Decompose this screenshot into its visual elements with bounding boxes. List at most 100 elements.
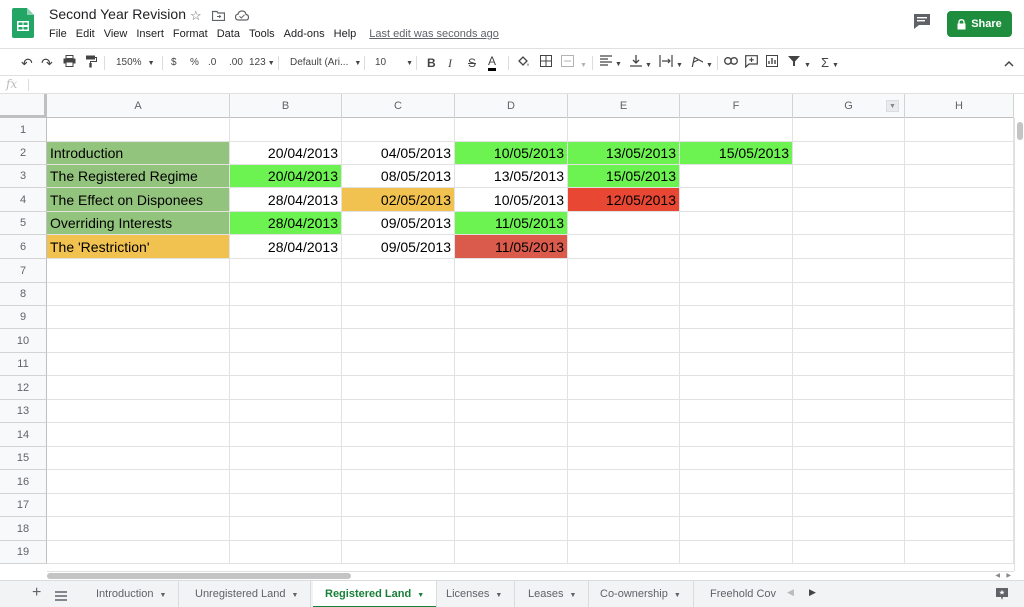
date-cell[interactable]: 28/04/2013 xyxy=(230,188,342,212)
empty-cell[interactable] xyxy=(793,259,905,283)
empty-cell[interactable] xyxy=(455,470,568,494)
empty-cell[interactable] xyxy=(342,541,455,564)
column-header-c[interactable]: C xyxy=(342,94,455,118)
empty-cell[interactable] xyxy=(342,283,455,306)
empty-cell[interactable] xyxy=(47,306,230,329)
empty-cell[interactable] xyxy=(47,541,230,564)
print-icon[interactable] xyxy=(63,55,76,71)
empty-cell[interactable] xyxy=(455,541,568,564)
empty-cell[interactable] xyxy=(568,306,680,329)
empty-cell[interactable] xyxy=(455,400,568,423)
currency-format-button[interactable]: $ xyxy=(171,55,177,71)
date-cell[interactable]: 11/05/2013 xyxy=(455,235,568,259)
row-header-8[interactable]: 8 xyxy=(0,283,47,306)
sheets-logo-icon[interactable] xyxy=(12,8,34,38)
empty-cell[interactable] xyxy=(568,353,680,376)
empty-cell[interactable] xyxy=(47,353,230,376)
decrease-decimal-button[interactable]: .0 xyxy=(208,55,216,71)
empty-cell[interactable] xyxy=(568,235,680,259)
empty-cell[interactable] xyxy=(230,517,342,541)
strikethrough-button[interactable]: S xyxy=(468,55,476,71)
empty-cell[interactable] xyxy=(230,423,342,447)
row-header-17[interactable]: 17 xyxy=(0,494,47,517)
add-sheet-icon[interactable]: + xyxy=(32,584,41,602)
empty-cell[interactable] xyxy=(230,447,342,470)
column-header-h[interactable]: H xyxy=(905,94,1014,118)
row-header-12[interactable]: 12 xyxy=(0,376,47,400)
merge-cells-icon[interactable]: ▼ xyxy=(561,55,587,71)
empty-cell[interactable] xyxy=(455,306,568,329)
empty-cell[interactable] xyxy=(230,259,342,283)
topic-cell[interactable]: Introduction xyxy=(47,142,230,165)
empty-cell[interactable] xyxy=(680,517,793,541)
empty-cell[interactable] xyxy=(230,306,342,329)
empty-cell[interactable] xyxy=(905,494,1014,517)
date-cell[interactable]: 20/04/2013 xyxy=(230,142,342,165)
empty-cell[interactable] xyxy=(47,470,230,494)
row-header-5[interactable]: 5 xyxy=(0,212,47,235)
text-color-button[interactable]: A xyxy=(488,55,497,71)
empty-cell[interactable] xyxy=(455,118,568,142)
chevron-down-icon[interactable]: ▼ xyxy=(417,592,424,599)
empty-cell[interactable] xyxy=(342,447,455,470)
chevron-down-icon[interactable]: ▼ xyxy=(569,592,576,599)
column-header-b[interactable]: B xyxy=(230,94,342,118)
empty-cell[interactable] xyxy=(905,447,1014,470)
empty-cell[interactable] xyxy=(455,423,568,447)
column-header-d[interactable]: D xyxy=(455,94,568,118)
empty-cell[interactable] xyxy=(905,306,1014,329)
borders-icon[interactable] xyxy=(540,55,552,71)
sheet-tab-leases[interactable]: Leases ▼ xyxy=(516,581,590,607)
empty-cell[interactable] xyxy=(230,329,342,353)
empty-cell[interactable] xyxy=(47,423,230,447)
date-cell[interactable]: 09/05/2013 xyxy=(342,235,455,259)
date-cell[interactable]: 02/05/2013 xyxy=(342,188,455,212)
empty-cell[interactable] xyxy=(680,494,793,517)
empty-cell[interactable] xyxy=(230,400,342,423)
empty-cell[interactable] xyxy=(793,306,905,329)
row-header-3[interactable]: 3 xyxy=(0,165,47,188)
increase-decimal-button[interactable]: .00 xyxy=(229,55,243,71)
horizontal-scrollbar[interactable]: ◀ ▶ xyxy=(47,571,1014,580)
empty-cell[interactable] xyxy=(905,329,1014,353)
menu-file[interactable]: File xyxy=(49,28,67,40)
empty-cell[interactable] xyxy=(568,376,680,400)
empty-cell[interactable] xyxy=(455,494,568,517)
empty-cell[interactable] xyxy=(342,329,455,353)
row-header-6[interactable]: 6 xyxy=(0,235,47,259)
empty-cell[interactable] xyxy=(342,494,455,517)
empty-cell[interactable] xyxy=(680,423,793,447)
date-cell[interactable]: 28/04/2013 xyxy=(230,212,342,235)
formula-input[interactable] xyxy=(34,77,1014,93)
empty-cell[interactable] xyxy=(680,212,793,235)
date-cell[interactable]: 20/04/2013 xyxy=(230,165,342,188)
tab-scroll-right-icon[interactable]: ▶ xyxy=(809,587,816,598)
menu-format[interactable]: Format xyxy=(173,28,208,40)
empty-cell[interactable] xyxy=(793,470,905,494)
filter-icon[interactable]: ▼ xyxy=(788,55,811,71)
date-cell[interactable]: 10/05/2013 xyxy=(455,188,568,212)
empty-cell[interactable] xyxy=(905,142,1014,165)
empty-cell[interactable] xyxy=(793,353,905,376)
date-cell[interactable]: 11/05/2013 xyxy=(455,212,568,235)
empty-cell[interactable] xyxy=(793,118,905,142)
menu-insert[interactable]: Insert xyxy=(136,28,164,40)
font-size-select[interactable]: 10 ▼ xyxy=(375,55,413,71)
empty-cell[interactable] xyxy=(455,329,568,353)
date-cell[interactable]: 08/05/2013 xyxy=(342,165,455,188)
date-cell[interactable]: 10/05/2013 xyxy=(455,142,568,165)
empty-cell[interactable] xyxy=(568,517,680,541)
topic-cell[interactable]: The Effect on Disponees xyxy=(47,188,230,212)
empty-cell[interactable] xyxy=(47,376,230,400)
explore-icon[interactable] xyxy=(995,587,1009,606)
empty-cell[interactable] xyxy=(230,541,342,564)
menu-help[interactable]: Help xyxy=(334,28,357,40)
more-formats-select[interactable]: 123 ▼ xyxy=(249,55,275,71)
empty-cell[interactable] xyxy=(230,494,342,517)
sheet-tab-licenses[interactable]: Licenses ▼ xyxy=(434,581,516,607)
text-rotation-icon[interactable]: ▼ xyxy=(689,55,713,71)
empty-cell[interactable] xyxy=(455,283,568,306)
collapse-toolbar-icon[interactable] xyxy=(1004,55,1014,71)
undo-icon[interactable]: ↶ xyxy=(21,55,33,71)
empty-cell[interactable] xyxy=(680,118,793,142)
